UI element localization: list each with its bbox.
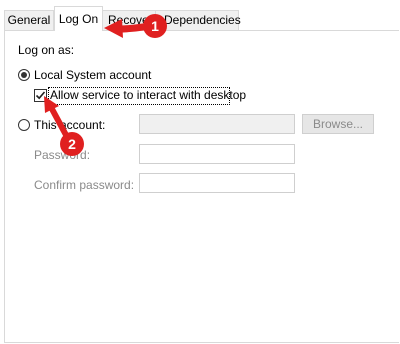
- annotation-arrow-2: [44, 96, 69, 138]
- annotation-badge-1: 1: [143, 14, 167, 38]
- annotation-arrows: [44, 19, 147, 138]
- annotation-badge-2: 2: [60, 132, 84, 156]
- annotation-arrow-1: [104, 19, 147, 38]
